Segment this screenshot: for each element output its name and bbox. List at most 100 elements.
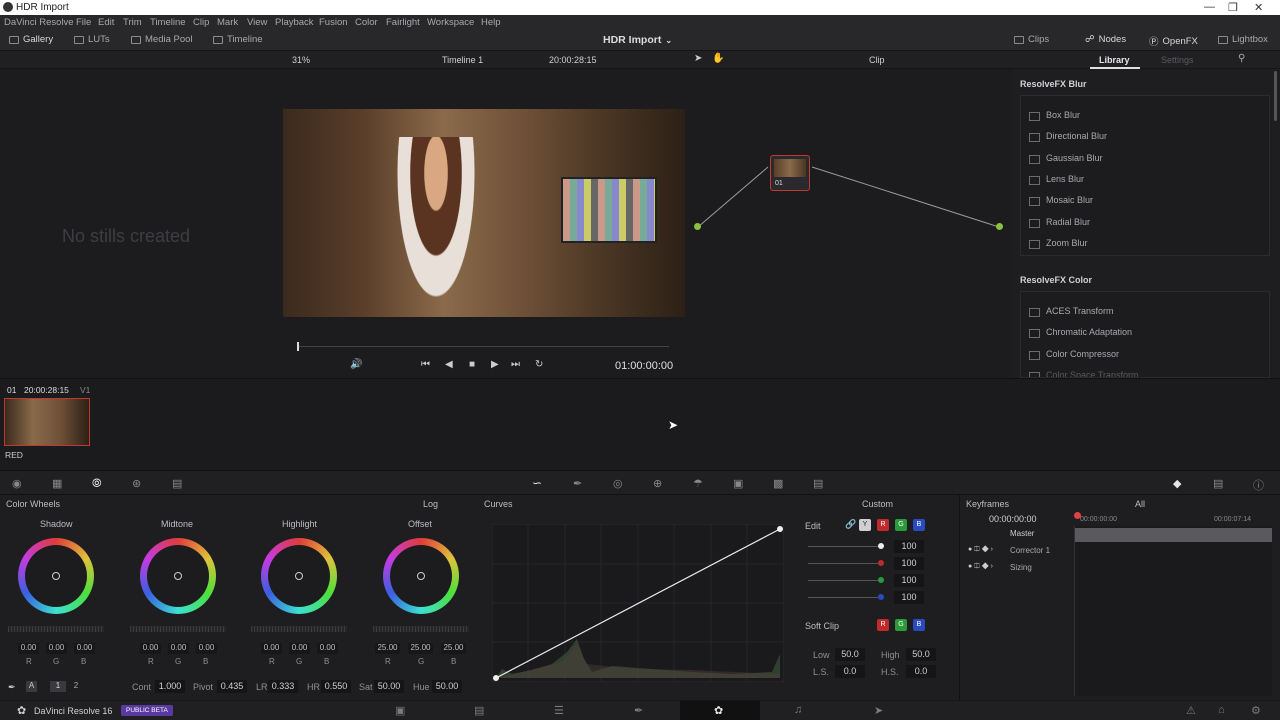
keyframe-track-area[interactable] <box>1074 526 1272 696</box>
midtone-r[interactable]: 0.00 <box>140 643 161 654</box>
key-icon[interactable]: ▣ <box>733 477 743 490</box>
blue-intensity-handle[interactable] <box>878 594 884 600</box>
settings-tab[interactable]: Settings <box>1161 55 1194 65</box>
library-tab[interactable]: Library <box>1099 55 1130 65</box>
link-icon[interactable]: 🔗 <box>845 519 856 530</box>
auto-balance-icon[interactable]: A <box>26 681 37 692</box>
blue-intensity-slider[interactable] <box>808 597 878 598</box>
menu-trim[interactable]: Trim <box>123 17 142 28</box>
fx-color-compressor[interactable]: Color Compressor <box>1028 349 1119 360</box>
nodes-button[interactable]: ☍ Nodes <box>1085 34 1126 45</box>
lr-value[interactable]: 0.333 <box>268 680 298 693</box>
fx-directional-blur[interactable]: Directional Blur <box>1028 131 1107 142</box>
hdr-icon[interactable]: ⊛ <box>132 477 141 490</box>
library-scrollbar[interactable] <box>1274 71 1277 121</box>
input-node-dot[interactable] <box>694 223 701 230</box>
highlight-r[interactable]: 0.00 <box>261 643 282 654</box>
luma-intensity-handle[interactable] <box>878 543 884 549</box>
green-intensity-value[interactable]: 100 <box>894 574 924 587</box>
menu-clip[interactable]: Clip <box>193 17 209 28</box>
minimize-icon[interactable]: — <box>1204 1 1215 13</box>
hue-value[interactable]: 50.00 <box>432 680 462 693</box>
pivot-value[interactable]: 0.435 <box>217 680 247 693</box>
curves-graph[interactable] <box>492 524 784 682</box>
sizing-row-label[interactable]: Sizing <box>1010 563 1032 572</box>
shadow-wheel[interactable] <box>18 538 94 614</box>
clips-button[interactable]: Clips <box>1014 34 1049 45</box>
highlight-master-slider[interactable] <box>251 626 347 632</box>
color-match-icon[interactable]: ▦ <box>52 477 62 490</box>
page-2-button[interactable]: 2 <box>68 681 84 692</box>
midtone-wheel[interactable] <box>140 538 216 614</box>
shadow-master-slider[interactable] <box>8 626 104 632</box>
offset-b[interactable]: 25.00 <box>441 643 466 654</box>
keyframes-toggle-icon[interactable]: ◆ <box>1173 477 1181 490</box>
curves-preset-select[interactable]: Custom <box>862 499 893 509</box>
wheel-mode-select[interactable]: Log <box>423 499 438 509</box>
rgb-mixer-icon[interactable]: ▤ <box>172 477 182 490</box>
hs-value[interactable]: 0.0 <box>906 665 936 678</box>
keyframe-playhead[interactable] <box>1074 512 1081 519</box>
highlight-g[interactable]: 0.00 <box>289 643 310 654</box>
contrast-value[interactable]: 1.000 <box>155 680 185 693</box>
cut-page-icon[interactable]: ▤ <box>474 704 484 717</box>
clip-thumbnail[interactable] <box>4 398 90 446</box>
tracker-icon[interactable]: ⊕ <box>653 477 662 490</box>
shadow-b[interactable]: 0.00 <box>74 643 95 654</box>
high-value[interactable]: 50.0 <box>906 648 936 661</box>
midtone-g[interactable]: 0.00 <box>168 643 189 654</box>
fusion-page-icon[interactable]: ✒ <box>634 704 643 717</box>
corrector1-row-label[interactable]: Corrector 1 <box>1010 546 1050 555</box>
timeline-button[interactable]: Timeline <box>213 34 263 45</box>
menu-help[interactable]: Help <box>481 17 501 28</box>
timeline-select[interactable]: Timeline 1 <box>442 55 483 65</box>
midtone-b[interactable]: 0.00 <box>196 643 217 654</box>
menu-playback[interactable]: Playback <box>275 17 314 28</box>
menu-fairlight[interactable]: Fairlight <box>386 17 420 28</box>
menu-timeline[interactable]: Timeline <box>150 17 186 28</box>
sizing-icon[interactable]: ▩ <box>773 477 783 490</box>
softclip-b-chip[interactable]: B <box>913 619 925 631</box>
midtone-master-slider[interactable] <box>130 626 226 632</box>
red-intensity-slider[interactable] <box>808 563 878 564</box>
media-pool-button[interactable]: Media Pool <box>131 34 193 45</box>
menu-edit[interactable]: Edit <box>98 17 114 28</box>
offset-g[interactable]: 25.00 <box>408 643 433 654</box>
menu-fusion[interactable]: Fusion <box>319 17 348 28</box>
offset-wheel-center[interactable] <box>417 572 425 580</box>
green-intensity-handle[interactable] <box>878 577 884 583</box>
curves-tool-icon[interactable]: ∽ <box>532 476 542 490</box>
midtone-wheel-center[interactable] <box>174 572 182 580</box>
play-icon[interactable]: ▶ <box>491 359 499 370</box>
audio-icon[interactable]: 🔊 <box>350 359 362 370</box>
fx-mosaic-blur[interactable]: Mosaic Blur <box>1028 195 1093 206</box>
fx-color-space-transform[interactable]: Color Space Transform <box>1029 370 1139 377</box>
go-start-icon[interactable]: ⏮ <box>421 359 430 370</box>
curve-r-chip[interactable]: R <box>877 519 889 531</box>
openfx-button[interactable]: Ⓟ OpenFX <box>1149 34 1198 49</box>
green-intensity-slider[interactable] <box>808 580 878 581</box>
warning-icon[interactable]: ⚠ <box>1186 704 1196 717</box>
menu-workspace[interactable]: Workspace <box>427 17 474 28</box>
luts-button[interactable]: LUTs <box>74 34 110 45</box>
highlight-wheel-center[interactable] <box>295 572 303 580</box>
camera-raw-icon[interactable]: ◉ <box>12 477 22 490</box>
go-end-icon[interactable]: ⏭ <box>511 359 520 370</box>
settings-gear-icon[interactable]: ⚙ <box>1251 704 1261 717</box>
red-intensity-value[interactable]: 100 <box>894 557 924 570</box>
fx-chromatic-adaptation[interactable]: Chromatic Adaptation <box>1028 327 1132 338</box>
menu-davinci[interactable]: DaVinci Resolve <box>4 17 74 28</box>
media-page-icon[interactable]: ▣ <box>395 704 405 717</box>
color-wheels-icon[interactable]: ⦾ <box>92 476 102 491</box>
menu-color[interactable]: Color <box>355 17 378 28</box>
menu-mark[interactable]: Mark <box>217 17 238 28</box>
curve-y-chip[interactable]: Y <box>859 519 871 531</box>
low-value[interactable]: 50.0 <box>835 648 865 661</box>
deliver-page-icon[interactable]: ➤ <box>874 704 883 717</box>
blur-icon[interactable]: ☂ <box>693 477 703 490</box>
shadow-wheel-center[interactable] <box>52 572 60 580</box>
fairlight-page-icon[interactable]: ♫ <box>794 704 802 716</box>
color-page-icon[interactable]: ✿ <box>714 704 723 717</box>
scopes-icon[interactable]: ▤ <box>1213 477 1223 490</box>
maximize-icon[interactable]: ❐ <box>1228 1 1238 14</box>
